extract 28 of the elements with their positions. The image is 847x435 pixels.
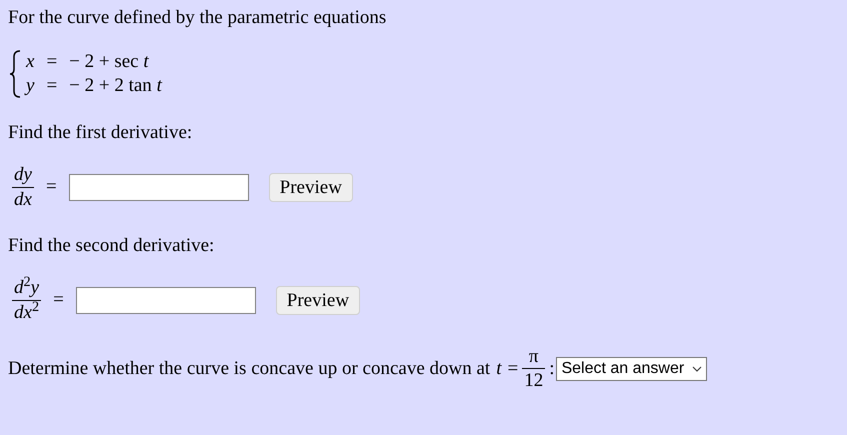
- equals-sign: =: [46, 175, 57, 199]
- answer-select[interactable]: Select an answer: [556, 356, 708, 381]
- equals-sign: =: [46, 50, 58, 74]
- fraction-numerator: dy: [13, 163, 33, 187]
- prompt-text: Find the first derivative:: [8, 120, 194, 144]
- answer-field[interactable]: [76, 286, 256, 314]
- equation-expression: − 2 + 2 tan t: [69, 74, 162, 98]
- equation-expression: − 2 + sec t: [69, 50, 149, 74]
- variable-text: t: [496, 356, 502, 380]
- preview-button[interactable]: Preview: [268, 172, 353, 202]
- fraction-denominator: dx: [13, 188, 33, 212]
- equation-variable: y: [26, 74, 34, 98]
- equation-variable: x: [26, 50, 34, 74]
- preview-button[interactable]: Preview: [276, 286, 360, 315]
- brace-icon: [8, 48, 22, 98]
- intro-text: For the curve defined by the parametric equations: [8, 6, 388, 30]
- equals-sign: =: [507, 356, 518, 380]
- prompt-text: Find the second derivative:: [8, 234, 216, 258]
- fraction-numerator: d$^{2}$y: [13, 276, 40, 300]
- fraction-denominator: 12: [523, 369, 544, 393]
- equals-sign: =: [53, 288, 64, 312]
- answer-field[interactable]: [68, 174, 249, 201]
- chevron-down-icon: [692, 366, 702, 372]
- equals-sign: =: [46, 74, 58, 98]
- fraction-denominator: dx$^{2}$: [13, 300, 40, 324]
- colon-text: :: [549, 356, 554, 380]
- question-text: Determine whether the curve is concave up or concave down at: [8, 356, 490, 380]
- fraction-numerator: π: [528, 344, 540, 368]
